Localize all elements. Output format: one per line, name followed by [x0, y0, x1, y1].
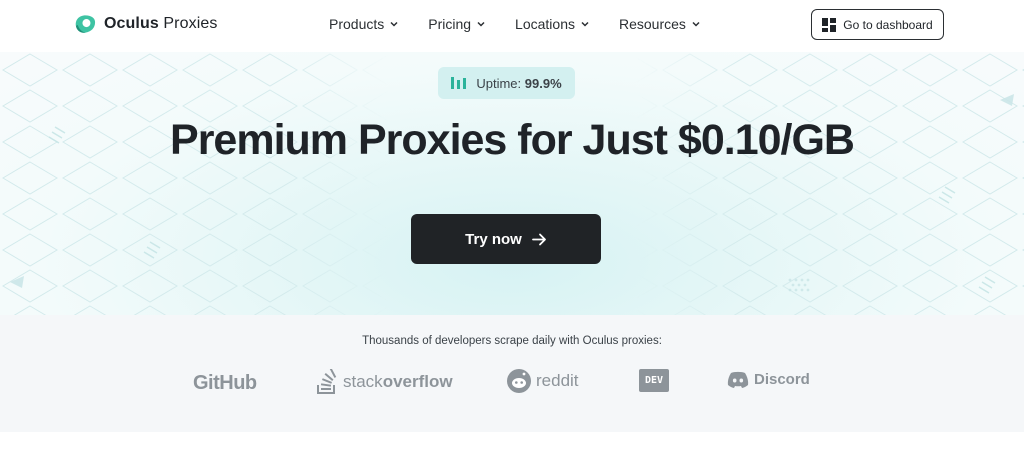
github-logo: GitHub: [193, 372, 257, 395]
reddit-logo-text: reddit: [536, 371, 579, 390]
chevron-down-icon: [390, 21, 398, 27]
stackoverflow-logo: stackoverflow: [316, 369, 453, 395]
uptime-badge: Uptime: 99.9%: [438, 67, 575, 99]
chevron-down-icon: [692, 21, 700, 27]
logo[interactable]: Oculus Proxies: [74, 13, 217, 35]
main-nav: Products Pricing Locations Resources: [329, 16, 730, 32]
discord-icon: [727, 371, 749, 388]
brand-logos: GitHub stackoverflow reddit DEV Discord: [0, 367, 1024, 397]
page-bottom: [0, 432, 1024, 459]
nav-pricing-label: Pricing: [428, 16, 472, 32]
nav-locations-label: Locations: [515, 16, 575, 32]
site-header: Oculus Proxies Products Pricing Location…: [0, 0, 1024, 52]
go-to-dashboard-label: Go to dashboard: [843, 17, 933, 32]
dev-logo: DEV: [639, 369, 669, 392]
stackoverflow-text-overflow: overflow: [382, 372, 453, 391]
logo-text: Oculus Proxies: [104, 15, 217, 33]
stackoverflow-icon: [317, 369, 337, 394]
dev-logo-text: DEV: [639, 369, 669, 392]
stackoverflow-text-stack: stack: [343, 372, 383, 391]
nav-products[interactable]: Products: [329, 16, 398, 32]
dashboard-grid-icon: [822, 17, 837, 32]
logo-name-proxies: Proxies: [163, 15, 218, 32]
github-logo-text: GitHub: [193, 372, 257, 394]
chevron-down-icon: [581, 21, 589, 27]
stackoverflow-logo-text: stackoverflow: [343, 372, 453, 392]
try-now-button[interactable]: Try now: [411, 214, 601, 264]
uptime-label-text: Uptime:: [476, 75, 522, 91]
hero-section: Uptime: 99.9% Premium Proxies for Just $…: [0, 52, 1024, 315]
nav-pricing[interactable]: Pricing: [428, 16, 485, 32]
logo-name-oculus: Oculus: [104, 15, 159, 32]
oculus-logo-icon: [75, 15, 96, 33]
reddit-icon: [507, 369, 531, 393]
signal-bars-icon: [451, 77, 467, 89]
go-to-dashboard-button[interactable]: Go to dashboard: [811, 9, 944, 40]
reddit-logo: reddit: [507, 369, 579, 393]
discord-logo: Discord: [727, 371, 810, 388]
trusted-caption: Thousands of developers scrape daily wit…: [362, 335, 662, 347]
nav-resources-label: Resources: [618, 16, 686, 32]
discord-logo-text: Discord: [754, 371, 810, 388]
trusted-by-section: Thousands of developers scrape daily wit…: [0, 315, 1024, 432]
nav-products-label: Products: [329, 16, 385, 32]
try-now-label: Try now: [465, 230, 522, 248]
uptime-label: Uptime: 99.9%: [476, 76, 561, 91]
arrow-right-icon: [531, 233, 546, 245]
uptime-value: 99.9%: [524, 75, 562, 91]
chevron-down-icon: [477, 21, 485, 27]
nav-resources[interactable]: Resources: [619, 16, 700, 32]
nav-locations[interactable]: Locations: [515, 16, 589, 32]
hero-headline: Premium Proxies for Just $0.10/GB: [170, 116, 855, 164]
